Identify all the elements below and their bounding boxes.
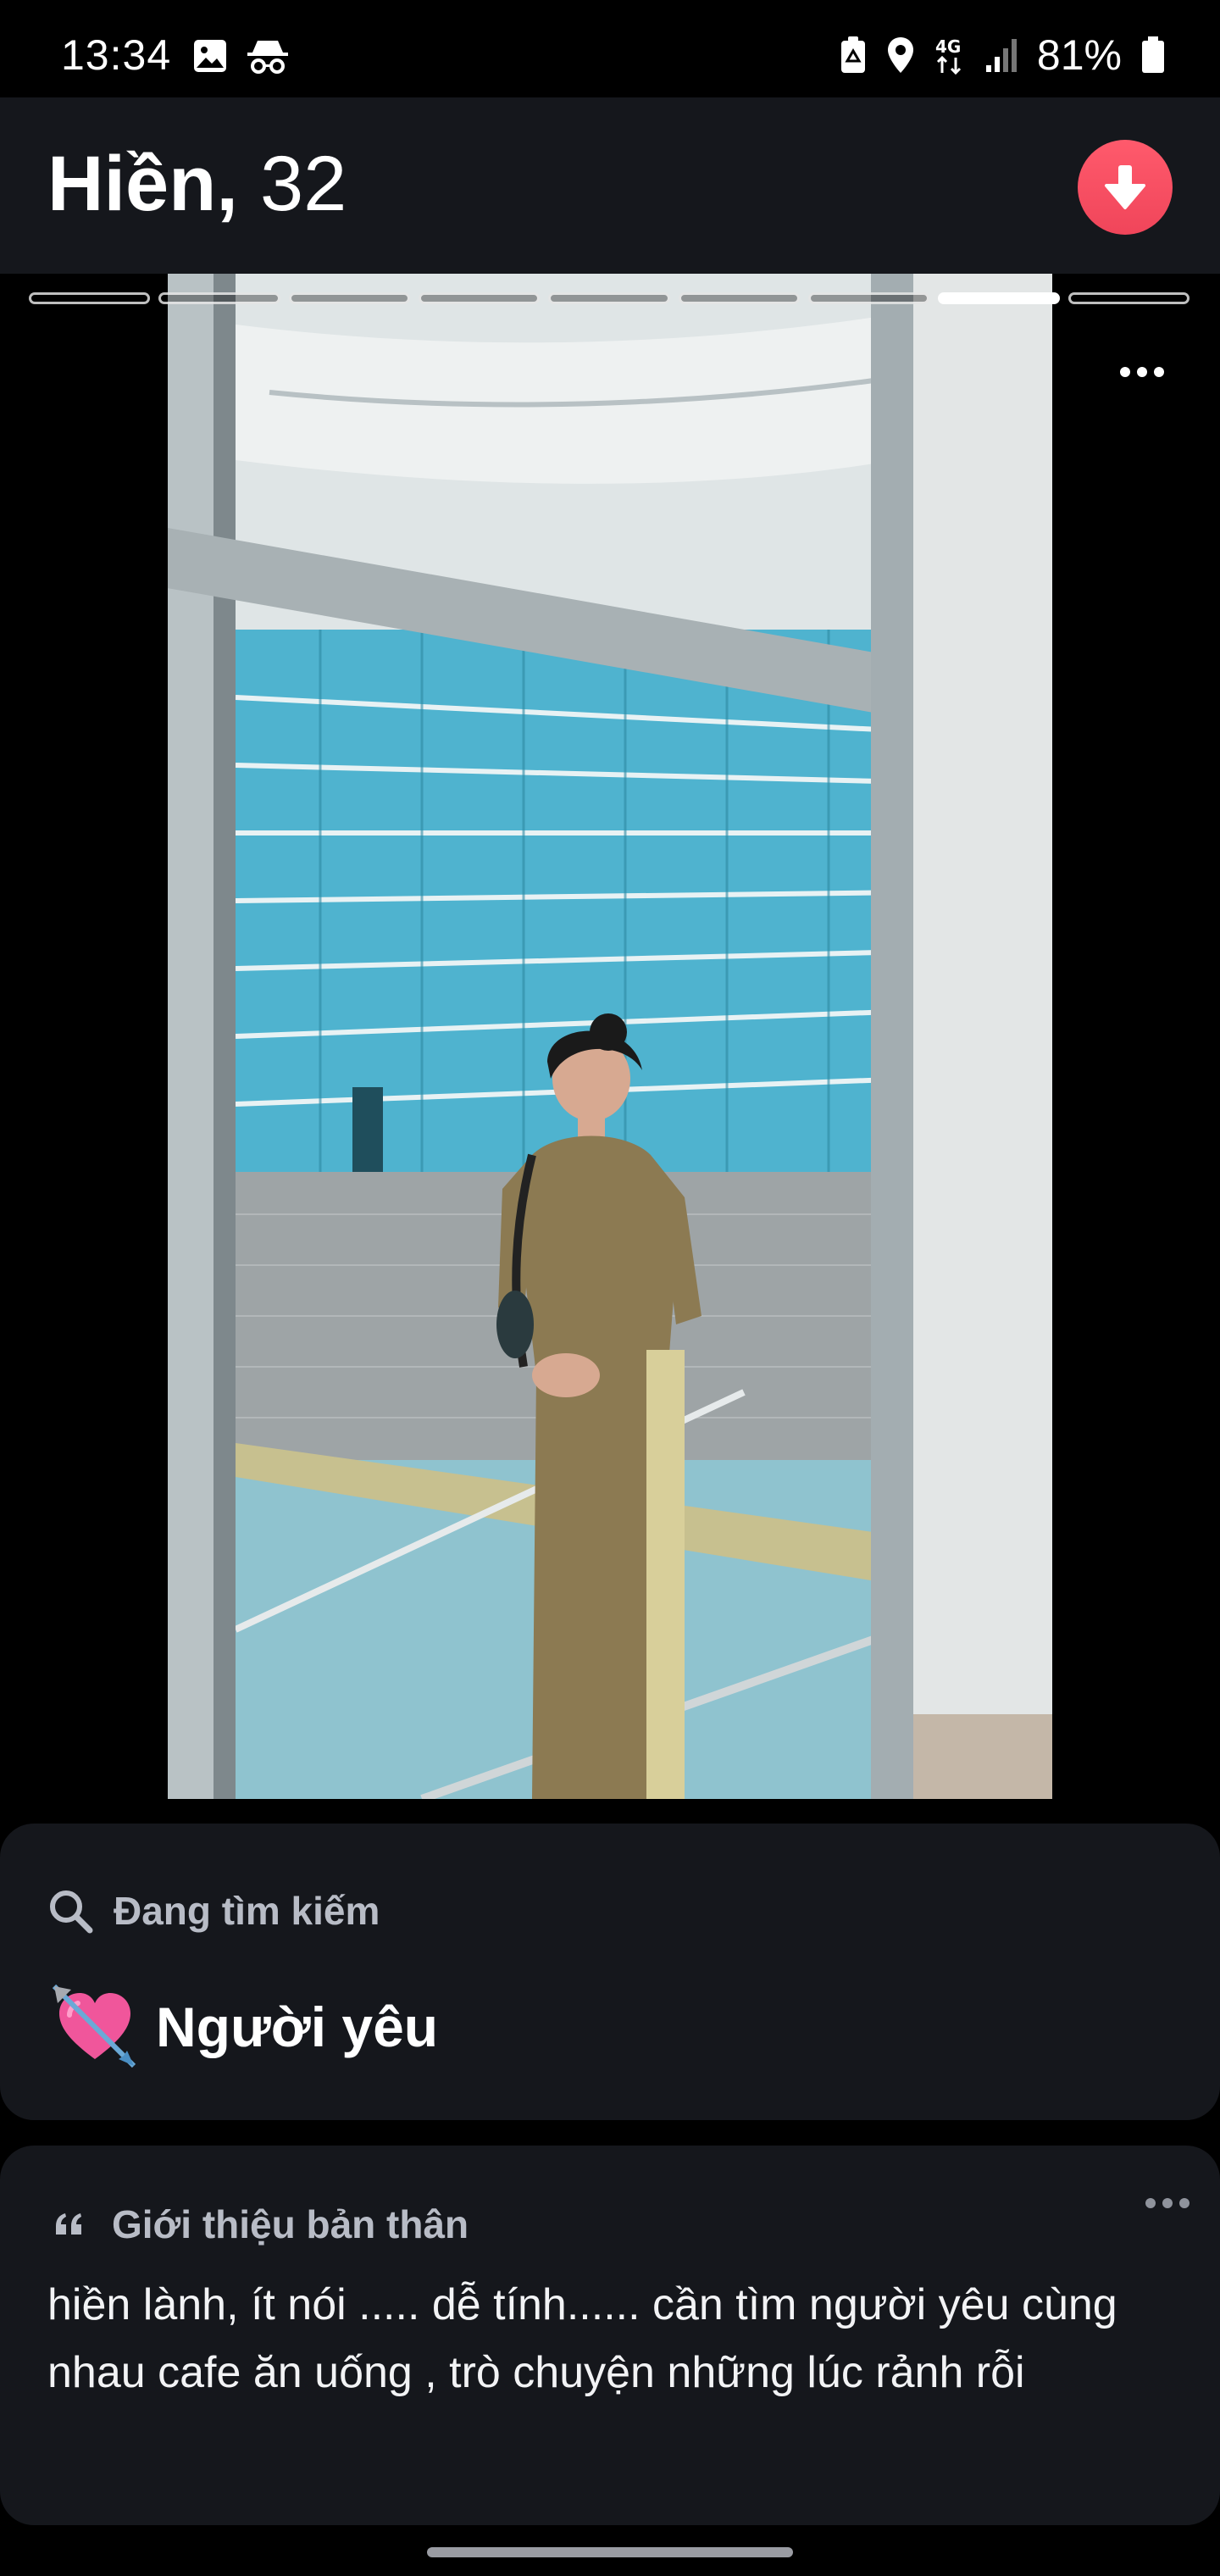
- incognito-icon: [246, 37, 290, 75]
- photo-progress-segment-active: [938, 292, 1060, 304]
- photo-progress-segment: [29, 292, 151, 304]
- network-4g-icon: 4G: [934, 36, 966, 75]
- quote-icon: [54, 2212, 83, 2236]
- photo-progress-segment: [1068, 292, 1190, 304]
- profile-photo: [168, 274, 1052, 1799]
- heart-arrow-icon: [53, 1985, 137, 2069]
- bio-more-icon[interactable]: [1145, 2198, 1190, 2208]
- status-left-icons: [191, 37, 290, 75]
- profile-name-age: Hiền, 32: [47, 142, 347, 226]
- status-bar: 13:34 4G 81%: [0, 0, 1220, 97]
- bio-card: Giới thiệu bản thân hiền lành, ít nói ..…: [0, 2146, 1220, 2525]
- photo-progress-segment: [288, 292, 410, 304]
- profile-photo-illustration: [168, 274, 1052, 1799]
- looking-for-card: Đang tìm kiếm Người yêu: [0, 1824, 1220, 2120]
- home-indicator[interactable]: [427, 2547, 793, 2557]
- battery-percent: 81%: [1036, 31, 1122, 79]
- collapse-profile-button[interactable]: [1078, 140, 1173, 235]
- gallery-icon: [191, 37, 229, 75]
- bio-heading-row: Giới thiệu bản thân: [54, 2201, 469, 2247]
- status-right: 4G 81%: [839, 31, 1166, 80]
- looking-for-value-row: Người yêu: [53, 1985, 438, 2069]
- looking-for-value: Người yêu: [156, 1996, 439, 2058]
- recycle-battery-icon: [839, 36, 868, 75]
- profile-header: Hiền, 32: [0, 97, 1220, 274]
- photo-progress-segment: [548, 292, 670, 304]
- more-horizontal-icon[interactable]: [1120, 358, 1167, 386]
- looking-for-heading-row: Đang tìm kiếm: [47, 1888, 380, 1934]
- profile-name: Hiền,: [47, 141, 238, 227]
- photo-progress-segment: [807, 292, 930, 304]
- status-time: 13:34: [61, 31, 172, 79]
- profile-age: 32: [259, 141, 347, 227]
- photo-progress-segment: [418, 292, 541, 304]
- photo-progress-bars: [29, 292, 1190, 308]
- looking-for-heading: Đang tìm kiếm: [114, 1889, 380, 1933]
- arrow-down-icon: [1101, 162, 1149, 213]
- search-icon: [47, 1888, 93, 1934]
- bio-heading: Giới thiệu bản thân: [112, 2202, 469, 2246]
- photo-progress-segment: [678, 292, 800, 304]
- battery-icon: [1140, 36, 1166, 75]
- bio-text: hiền lành, ít nói ..... dễ tính...... cầ…: [47, 2280, 1117, 2397]
- signal-icon: [984, 36, 1018, 74]
- location-icon: [886, 36, 915, 75]
- photo-progress-segment: [158, 292, 280, 304]
- svg-text:4G: 4G: [935, 36, 961, 57]
- photo-area[interactable]: [0, 274, 1220, 1799]
